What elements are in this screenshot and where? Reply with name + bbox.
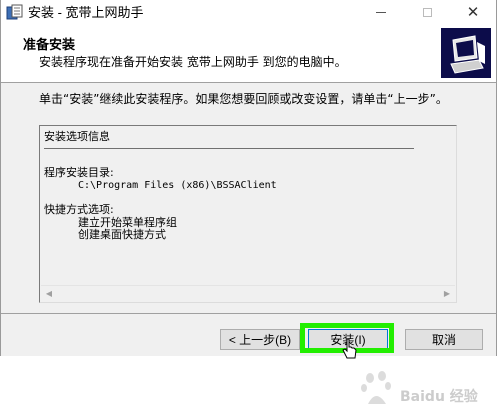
installer-window: 安装 - 宽带上网助手 ✕ 准备安装 安装程序现在准备开始安装 宽带上网助手 到… bbox=[0, 0, 497, 356]
page-subtitle: 安装程序现在准备开始安装 宽带上网助手 到您的电脑中。 bbox=[39, 55, 347, 69]
shortcut-label: 快捷方式选项: bbox=[44, 203, 114, 216]
instruction-text: 单击“安装”继续此安装程序。如果您想要回顾或改变设置，请单击“上一步”。 bbox=[39, 92, 448, 106]
memo-divider bbox=[44, 148, 414, 149]
minimize-icon bbox=[376, 12, 386, 13]
scroll-right-icon[interactable]: ▶ bbox=[439, 286, 455, 301]
watermark-text: Baidu 经验 bbox=[400, 389, 478, 405]
setup-computer-icon bbox=[441, 28, 491, 78]
back-button[interactable]: < 上一步(B) bbox=[220, 329, 300, 350]
maximize-icon bbox=[422, 8, 432, 17]
horizontal-scrollbar[interactable]: ◀ ▶ bbox=[41, 285, 455, 301]
mouse-pointer-icon bbox=[342, 338, 357, 359]
ready-memo-box[interactable]: 安装选项信息 程序安装目录: C:\Program Files (x86)\BS… bbox=[39, 125, 457, 303]
footer-divider bbox=[1, 313, 496, 314]
window-title: 安装 - 宽带上网助手 bbox=[28, 5, 144, 20]
memo-heading: 安装选项信息 bbox=[44, 130, 110, 143]
baidu-watermark-logo: Baidu 经验 bbox=[360, 370, 490, 414]
cancel-button[interactable]: 取消 bbox=[405, 329, 483, 350]
minimize-button[interactable] bbox=[358, 0, 404, 25]
memo-content: 安装选项信息 程序安装目录: C:\Program Files (x86)\BS… bbox=[42, 128, 454, 284]
install-dir-value: C:\Program Files (x86)\BSSAClient bbox=[78, 180, 277, 191]
close-icon: ✕ bbox=[466, 3, 480, 21]
maximize-button[interactable] bbox=[404, 0, 450, 25]
page-title: 准备安装 bbox=[23, 38, 76, 53]
scroll-left-icon[interactable]: ◀ bbox=[41, 286, 57, 301]
shortcut-item: 创建桌面快捷方式 bbox=[78, 228, 166, 241]
setup-app-icon bbox=[6, 4, 23, 20]
wizard-header: 准备安装 安装程序现在准备开始安装 宽带上网助手 到您的电脑中。 bbox=[1, 25, 496, 83]
title-bar[interactable]: 安装 - 宽带上网助手 ✕ bbox=[1, 0, 496, 25]
close-button[interactable]: ✕ bbox=[450, 0, 496, 25]
install-dir-label: 程序安装目录: bbox=[44, 166, 114, 179]
